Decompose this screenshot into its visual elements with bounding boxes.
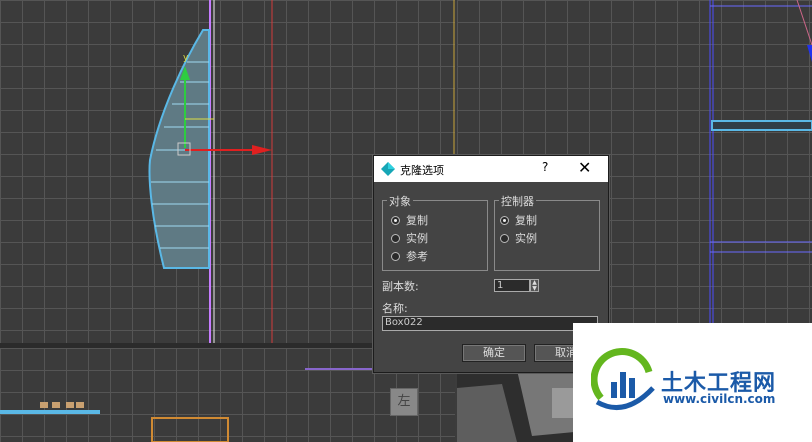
close-button[interactable]: ✕ [578, 158, 591, 177]
controller-option-instance[interactable]: 实例 [500, 230, 537, 246]
copies-spinner-arrows[interactable]: ▲ ▼ [530, 279, 539, 292]
radio-icon [391, 234, 400, 243]
controller-group: 控制器 复制 实例 [494, 193, 600, 271]
object-option-instance[interactable]: 实例 [391, 230, 428, 246]
view-cube-label: 左 [397, 394, 411, 409]
selected-shelf-object [711, 120, 812, 131]
controller-option-copy[interactable]: 复制 [500, 212, 537, 228]
object-group: 对象 复制 实例 参考 [382, 193, 488, 271]
object-option-copy[interactable]: 复制 [391, 212, 428, 228]
help-button[interactable]: ? [542, 160, 548, 174]
svg-text:y: y [183, 53, 189, 63]
radio-icon [391, 252, 400, 261]
copies-label: 副本数: [382, 280, 419, 293]
logo-url-text: www.civilcn.com [663, 392, 776, 406]
copies-spinner-input[interactable]: 1 [494, 279, 530, 292]
ok-button[interactable]: 确定 [462, 344, 526, 362]
logo-emblem-icon [591, 348, 655, 411]
radio-selected-icon [391, 216, 400, 225]
radio-selected-icon [500, 216, 509, 225]
dialog-title-bar[interactable]: 克隆选项 ? ✕ [374, 156, 608, 182]
radio-icon [500, 234, 509, 243]
app-logo-icon [381, 162, 395, 176]
object-option-reference[interactable]: 参考 [391, 248, 428, 264]
watermark-logo: 土木工程网 www.civilcn.com [573, 323, 812, 442]
controller-group-label: 控制器 [499, 193, 536, 209]
dialog-title: 克隆选项 [400, 164, 444, 177]
object-group-label: 对象 [387, 193, 413, 209]
name-input[interactable]: Box022 [382, 316, 598, 331]
view-cube[interactable]: 左 [390, 388, 418, 416]
name-label: 名称: [382, 302, 408, 315]
